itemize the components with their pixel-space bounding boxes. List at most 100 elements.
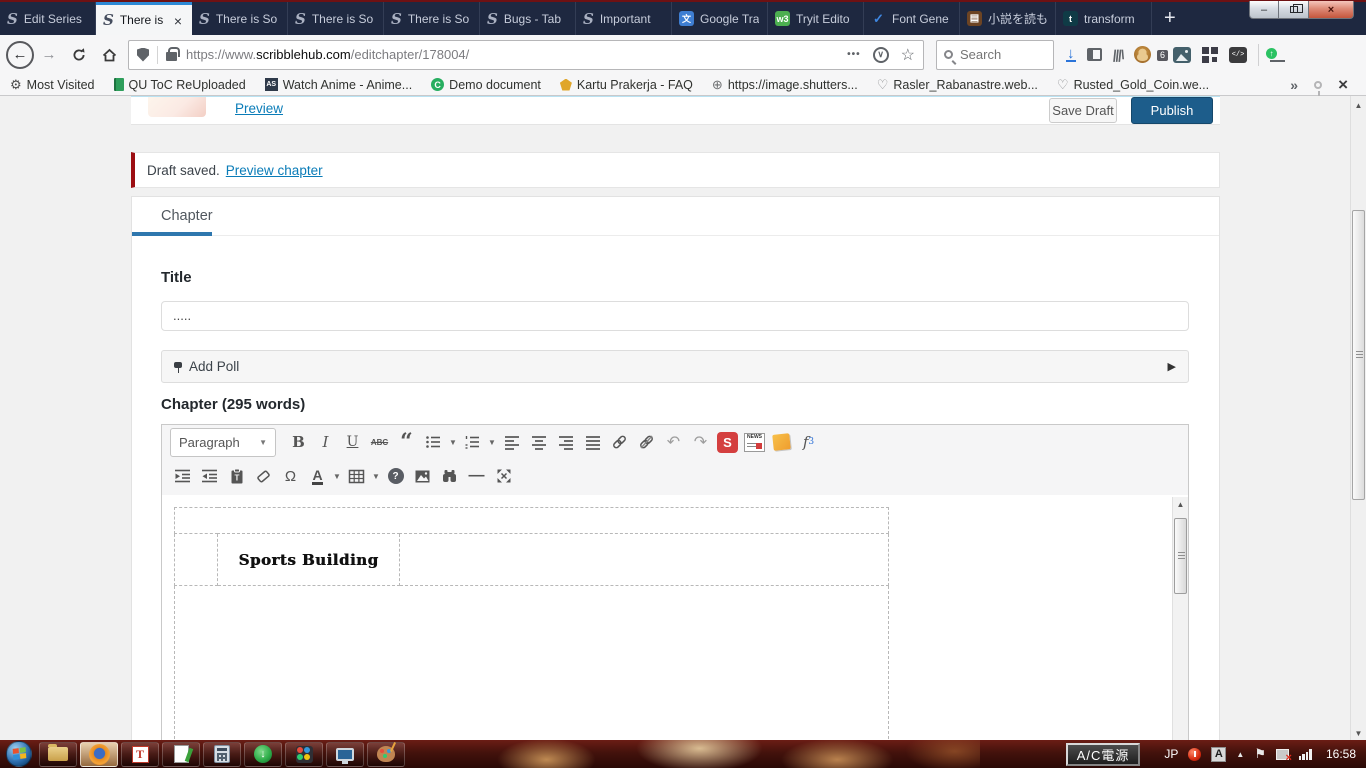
language-indicator[interactable]: JP xyxy=(1164,747,1178,761)
taskbar-display-button[interactable] xyxy=(326,742,364,767)
search-box[interactable] xyxy=(936,40,1054,70)
tab-important[interactable]: S Important xyxy=(576,2,672,35)
taskbar-colordots-button[interactable] xyxy=(285,742,323,767)
close-toolbar-icon[interactable]: × xyxy=(1338,77,1348,93)
editor-content-area[interactable]: Sports Building ▲ xyxy=(162,495,1188,740)
hidden-icons-arrow-icon[interactable]: ▲ xyxy=(1236,750,1244,759)
bookmark-demo-document[interactable]: C Demo document xyxy=(431,78,541,92)
text-color-button[interactable]: A xyxy=(312,468,322,485)
back-button[interactable]: ← xyxy=(6,41,34,69)
bookmarks-overflow-icon[interactable]: » xyxy=(1290,77,1298,93)
help-button[interactable]: ? xyxy=(383,464,408,488)
signal-bars-icon[interactable] xyxy=(1299,749,1312,760)
downloads-icon[interactable]: ↓ xyxy=(1066,47,1076,62)
bullet-list-caret-icon[interactable]: ▼ xyxy=(448,438,458,447)
numbered-list-button[interactable] xyxy=(460,430,485,454)
table-button[interactable] xyxy=(344,464,369,488)
horizontal-rule-button[interactable]: — xyxy=(464,464,489,488)
tab-edit-series[interactable]: S Edit Series xyxy=(0,2,96,35)
url-bar[interactable]: https://www.scribblehub.com/editchapter/… xyxy=(128,40,924,70)
taskbar-idm-button[interactable]: ↓ xyxy=(244,742,282,767)
strikethrough-button[interactable]: ABC xyxy=(367,430,392,454)
news-box-button[interactable]: NEWS xyxy=(742,430,767,454)
paste-as-text-button[interactable]: T xyxy=(224,464,249,488)
forward-button[interactable]: → xyxy=(36,42,62,68)
tab-bugs[interactable]: S Bugs - Tab xyxy=(480,2,576,35)
bookmark-qu-toc[interactable]: QU ToC ReUploaded xyxy=(114,78,246,92)
align-center-button[interactable] xyxy=(526,430,551,454)
window-minimize-button[interactable]: – xyxy=(1249,1,1279,19)
page-actions-icon[interactable]: ••• xyxy=(847,49,861,60)
table-cell-sports-building[interactable]: Sports Building xyxy=(218,534,400,586)
title-input[interactable]: ..... xyxy=(161,301,1189,331)
table-cell[interactable] xyxy=(175,534,218,586)
underline-button[interactable]: U xyxy=(340,430,365,454)
addon-blocks-icon[interactable] xyxy=(1202,47,1218,63)
justify-button[interactable] xyxy=(580,430,605,454)
bookmark-kartu-prakerja[interactable]: Kartu Prakerja - FAQ xyxy=(560,78,693,92)
editor-scrollbar[interactable]: ▲ xyxy=(1172,497,1188,740)
fullscreen-button[interactable] xyxy=(491,464,516,488)
taskbar-clock[interactable]: 16:58 xyxy=(1326,747,1356,761)
table-caret-icon[interactable]: ▼ xyxy=(371,472,381,481)
key-icon[interactable] xyxy=(1314,81,1322,89)
start-button[interactable] xyxy=(2,741,36,767)
outdent-button[interactable] xyxy=(170,464,195,488)
search-input[interactable] xyxy=(960,47,1040,62)
tab-close-icon[interactable]: × xyxy=(169,12,187,30)
align-left-button[interactable] xyxy=(499,430,524,454)
blockquote-button[interactable]: “ xyxy=(394,430,419,454)
network-disconnected-icon[interactable] xyxy=(1276,749,1289,760)
url-text[interactable]: https://www.scribblehub.com/editchapter/… xyxy=(186,47,847,62)
taskbar-texteditor-button[interactable]: T xyxy=(121,742,159,767)
taskbar-notepad-button[interactable] xyxy=(162,742,200,767)
bookmark-most-visited[interactable]: ⚙ Most Visited xyxy=(10,77,95,93)
scroll-down-arrow-icon[interactable]: ▼ xyxy=(1351,729,1366,738)
image-extension-icon[interactable] xyxy=(1173,47,1191,63)
tampermonkey-icon[interactable] xyxy=(1134,46,1151,63)
page-scrollbar[interactable]: ▲ ▼ xyxy=(1350,96,1366,740)
tab-novel-reader[interactable]: ▤ 小説を読も xyxy=(960,2,1056,35)
format-dropdown[interactable]: Paragraph ▼ xyxy=(170,428,276,457)
indent-button[interactable] xyxy=(197,464,222,488)
tab-google-translate[interactable]: 文 Google Tra xyxy=(672,2,768,35)
page-scrollbar-thumb[interactable] xyxy=(1352,210,1365,500)
author-note-button[interactable] xyxy=(769,430,794,454)
italic-button[interactable]: I xyxy=(313,430,338,454)
save-draft-button[interactable]: Save Draft xyxy=(1049,98,1117,123)
scroll-up-arrow-icon[interactable]: ▲ xyxy=(1351,98,1366,114)
undo-button[interactable]: ↶ xyxy=(661,430,686,454)
bookmark-rasler[interactable]: ♡ Rasler_Rabanastre.web... xyxy=(877,77,1038,93)
bookmark-shutterstock[interactable]: ⊕ https://image.shutters... xyxy=(712,77,858,93)
bookmark-watch-anime[interactable]: AS Watch Anime - Anime... xyxy=(265,78,412,92)
new-tab-button[interactable]: + xyxy=(1152,2,1188,35)
bookmark-rusted-gold-coin[interactable]: ♡ Rusted_Gold_Coin.we... xyxy=(1057,77,1209,93)
editor-scrollbar-thumb[interactable] xyxy=(1174,518,1187,594)
tab-there-is-3[interactable]: S There is So xyxy=(288,2,384,35)
taskbar-firefox-button[interactable] xyxy=(80,742,118,767)
text-color-caret-icon[interactable]: ▼ xyxy=(332,472,342,481)
publish-button[interactable]: Publish xyxy=(1131,97,1213,124)
remove-link-button[interactable] xyxy=(634,430,659,454)
tab-chapter[interactable]: Chapter xyxy=(161,208,213,224)
home-button[interactable] xyxy=(95,41,123,69)
tab-tryit-editor[interactable]: w3 Tryit Edito xyxy=(768,2,864,35)
taskbar-calculator-button[interactable] xyxy=(203,742,241,767)
tracking-protection-shield-icon[interactable] xyxy=(137,48,149,62)
code-extension-icon[interactable]: </> xyxy=(1229,47,1247,63)
preview-chapter-link[interactable]: Preview chapter xyxy=(226,163,323,178)
align-right-button[interactable] xyxy=(553,430,578,454)
ime-power-button[interactable]: A/C電源 xyxy=(1066,743,1141,766)
scroll-up-arrow-icon[interactable]: ▲ xyxy=(1173,497,1188,513)
remove-format-button[interactable] xyxy=(251,464,276,488)
ime-mode-icon[interactable]: A xyxy=(1211,747,1226,762)
insert-link-button[interactable] xyxy=(607,430,632,454)
library-icon[interactable]: |||\ xyxy=(1112,47,1124,62)
bullet-list-button[interactable] xyxy=(421,430,446,454)
window-close-button[interactable]: × xyxy=(1308,1,1354,19)
redo-button[interactable]: ↷ xyxy=(688,430,713,454)
taskbar-explorer-button[interactable] xyxy=(39,742,77,767)
ime-red-icon[interactable] xyxy=(1188,748,1201,761)
tab-there-is-4[interactable]: S There is So xyxy=(384,2,480,35)
window-restore-button[interactable] xyxy=(1279,1,1308,19)
